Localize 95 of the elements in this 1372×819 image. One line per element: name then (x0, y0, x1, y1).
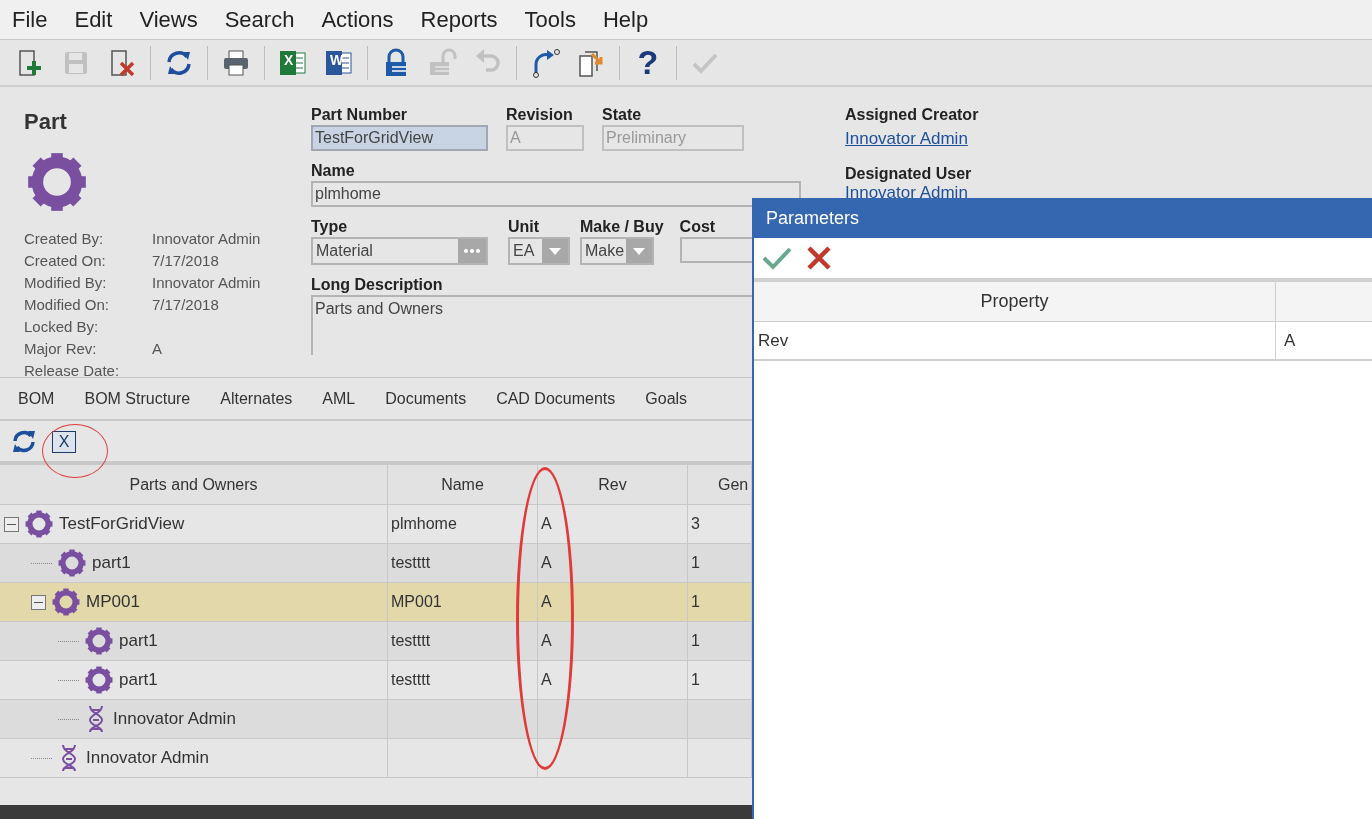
table-cell-text: testttt (391, 670, 431, 690)
field-label: Created On: (24, 250, 107, 271)
table-cell-text: 1 (691, 631, 700, 651)
tree-item-label: MP001 (86, 591, 140, 614)
field-label: Long Description (311, 275, 444, 295)
panel-title: Parameters (754, 198, 1372, 238)
collapse-toggle[interactable] (4, 516, 19, 532)
table-cell-text: MP001 (391, 592, 442, 612)
table-cell-text: plmhome (391, 514, 457, 534)
type-field[interactable]: Material (311, 237, 488, 265)
field-label: State (602, 105, 643, 125)
tree-row[interactable]: MP001 MP001 A 1 (0, 583, 752, 622)
collapse-toggle[interactable] (31, 594, 46, 610)
part-number-field[interactable]: TestForGridView (311, 125, 488, 151)
close-icon (806, 245, 832, 271)
checkmark-icon (762, 245, 792, 271)
tab[interactable]: Alternates (220, 378, 293, 419)
tree-row[interactable]: part1 testttt A 1 (0, 544, 752, 583)
field-label: Modified By: (24, 272, 108, 293)
tree-item-label: part1 (119, 630, 158, 653)
menu-item[interactable]: File (12, 3, 48, 36)
tree-row[interactable]: TestForGridView plmhome A 3 (0, 505, 752, 544)
field-label: Assigned Creator (845, 105, 979, 125)
tree-item-label: Innovator Admin (86, 747, 209, 770)
field-value: Innovator Admin (152, 228, 261, 249)
menu-item[interactable]: Help (602, 3, 649, 36)
tab[interactable]: Goals (645, 378, 688, 419)
menu-item[interactable]: Tools (524, 3, 576, 36)
column-header[interactable]: Parts and Owners (0, 465, 388, 504)
tree-item-label: part1 (92, 552, 131, 575)
gear-icon (25, 510, 53, 538)
field-label: Modified On: (24, 294, 111, 315)
menu-item[interactable]: Views (139, 3, 198, 36)
tab[interactable]: AML (322, 378, 356, 419)
gear-icon (85, 666, 113, 694)
tab[interactable]: CAD Documents (496, 378, 616, 419)
user-link[interactable]: Innovator Admin (845, 126, 979, 152)
field-value: A (152, 338, 162, 359)
field-label: Revision (506, 105, 574, 125)
table-cell[interactable]: A (1284, 327, 1296, 354)
table-cell-text: Rev (758, 329, 789, 352)
table-cell-text: A (541, 631, 552, 651)
field-label: Designated User (845, 163, 973, 184)
field-value: 7/17/2018 (152, 294, 219, 315)
tree-item-label: part1 (119, 669, 158, 692)
tree-row[interactable]: Innovator Admin (0, 700, 752, 739)
gear-icon (58, 549, 86, 577)
column-header[interactable]: Rev (538, 465, 688, 504)
table-cell-text: A (541, 670, 552, 690)
field-label: Type (311, 217, 349, 237)
field-label: Make / Buy (580, 217, 664, 237)
table-cell-text: testttt (391, 553, 431, 573)
menu-item[interactable]: Search (224, 3, 295, 36)
menu-item[interactable]: Actions (321, 3, 394, 36)
column-header[interactable]: Name (388, 465, 538, 504)
tab[interactable]: Documents (385, 378, 467, 419)
caret-icon (633, 247, 645, 255)
tree-row[interactable]: part1 testttt A 1 (0, 622, 752, 661)
table-cell-text: 3 (691, 514, 700, 534)
table-cell-text: A (541, 592, 552, 612)
field-label: Created By: (24, 228, 105, 249)
menu-item[interactable]: Reports (420, 3, 498, 36)
make-buy-dropdown[interactable]: Make (580, 237, 654, 265)
table-cell-text: testttt (391, 631, 431, 651)
table-cell-text: A (541, 514, 552, 534)
field-value: 7/17/2018 (152, 250, 219, 271)
table-cell-text: A (541, 553, 552, 573)
gear-icon (52, 588, 80, 616)
unit-dropdown[interactable]: EA (508, 237, 570, 265)
menu-item[interactable]: Edit (74, 3, 113, 36)
table-cell-text: 1 (691, 592, 700, 612)
caret-icon (549, 247, 561, 255)
tab[interactable]: BOM Structure (84, 378, 191, 419)
field-label: Major Rev: (24, 338, 98, 359)
field-value: Innovator Admin (152, 272, 261, 293)
name-field[interactable]: plmhome (311, 181, 801, 207)
field-label: Unit (508, 217, 541, 237)
table-cell-text: 1 (691, 553, 700, 573)
cancel-button[interactable] (806, 245, 832, 271)
field-label: Locked By: (24, 316, 100, 337)
tree-item-label: TestForGridView (59, 513, 185, 536)
export-button[interactable]: X (52, 431, 76, 453)
ellipsis-icon (463, 249, 481, 253)
confirm-button[interactable] (762, 245, 792, 271)
tree-item-label: Innovator Admin (113, 708, 236, 731)
tree-row[interactable]: Innovator Admin (0, 739, 752, 778)
item-type-title: Part (24, 108, 68, 136)
field-label: Part Number (311, 105, 409, 125)
tree-row[interactable]: part1 testttt A 1 (0, 661, 752, 700)
field-label: Release Date: (24, 360, 121, 381)
tab[interactable]: BOM (18, 378, 55, 419)
field-label: Name (311, 161, 356, 181)
gear-icon (85, 627, 113, 655)
table-cell-text: 1 (691, 670, 700, 690)
gear-icon (27, 152, 87, 212)
